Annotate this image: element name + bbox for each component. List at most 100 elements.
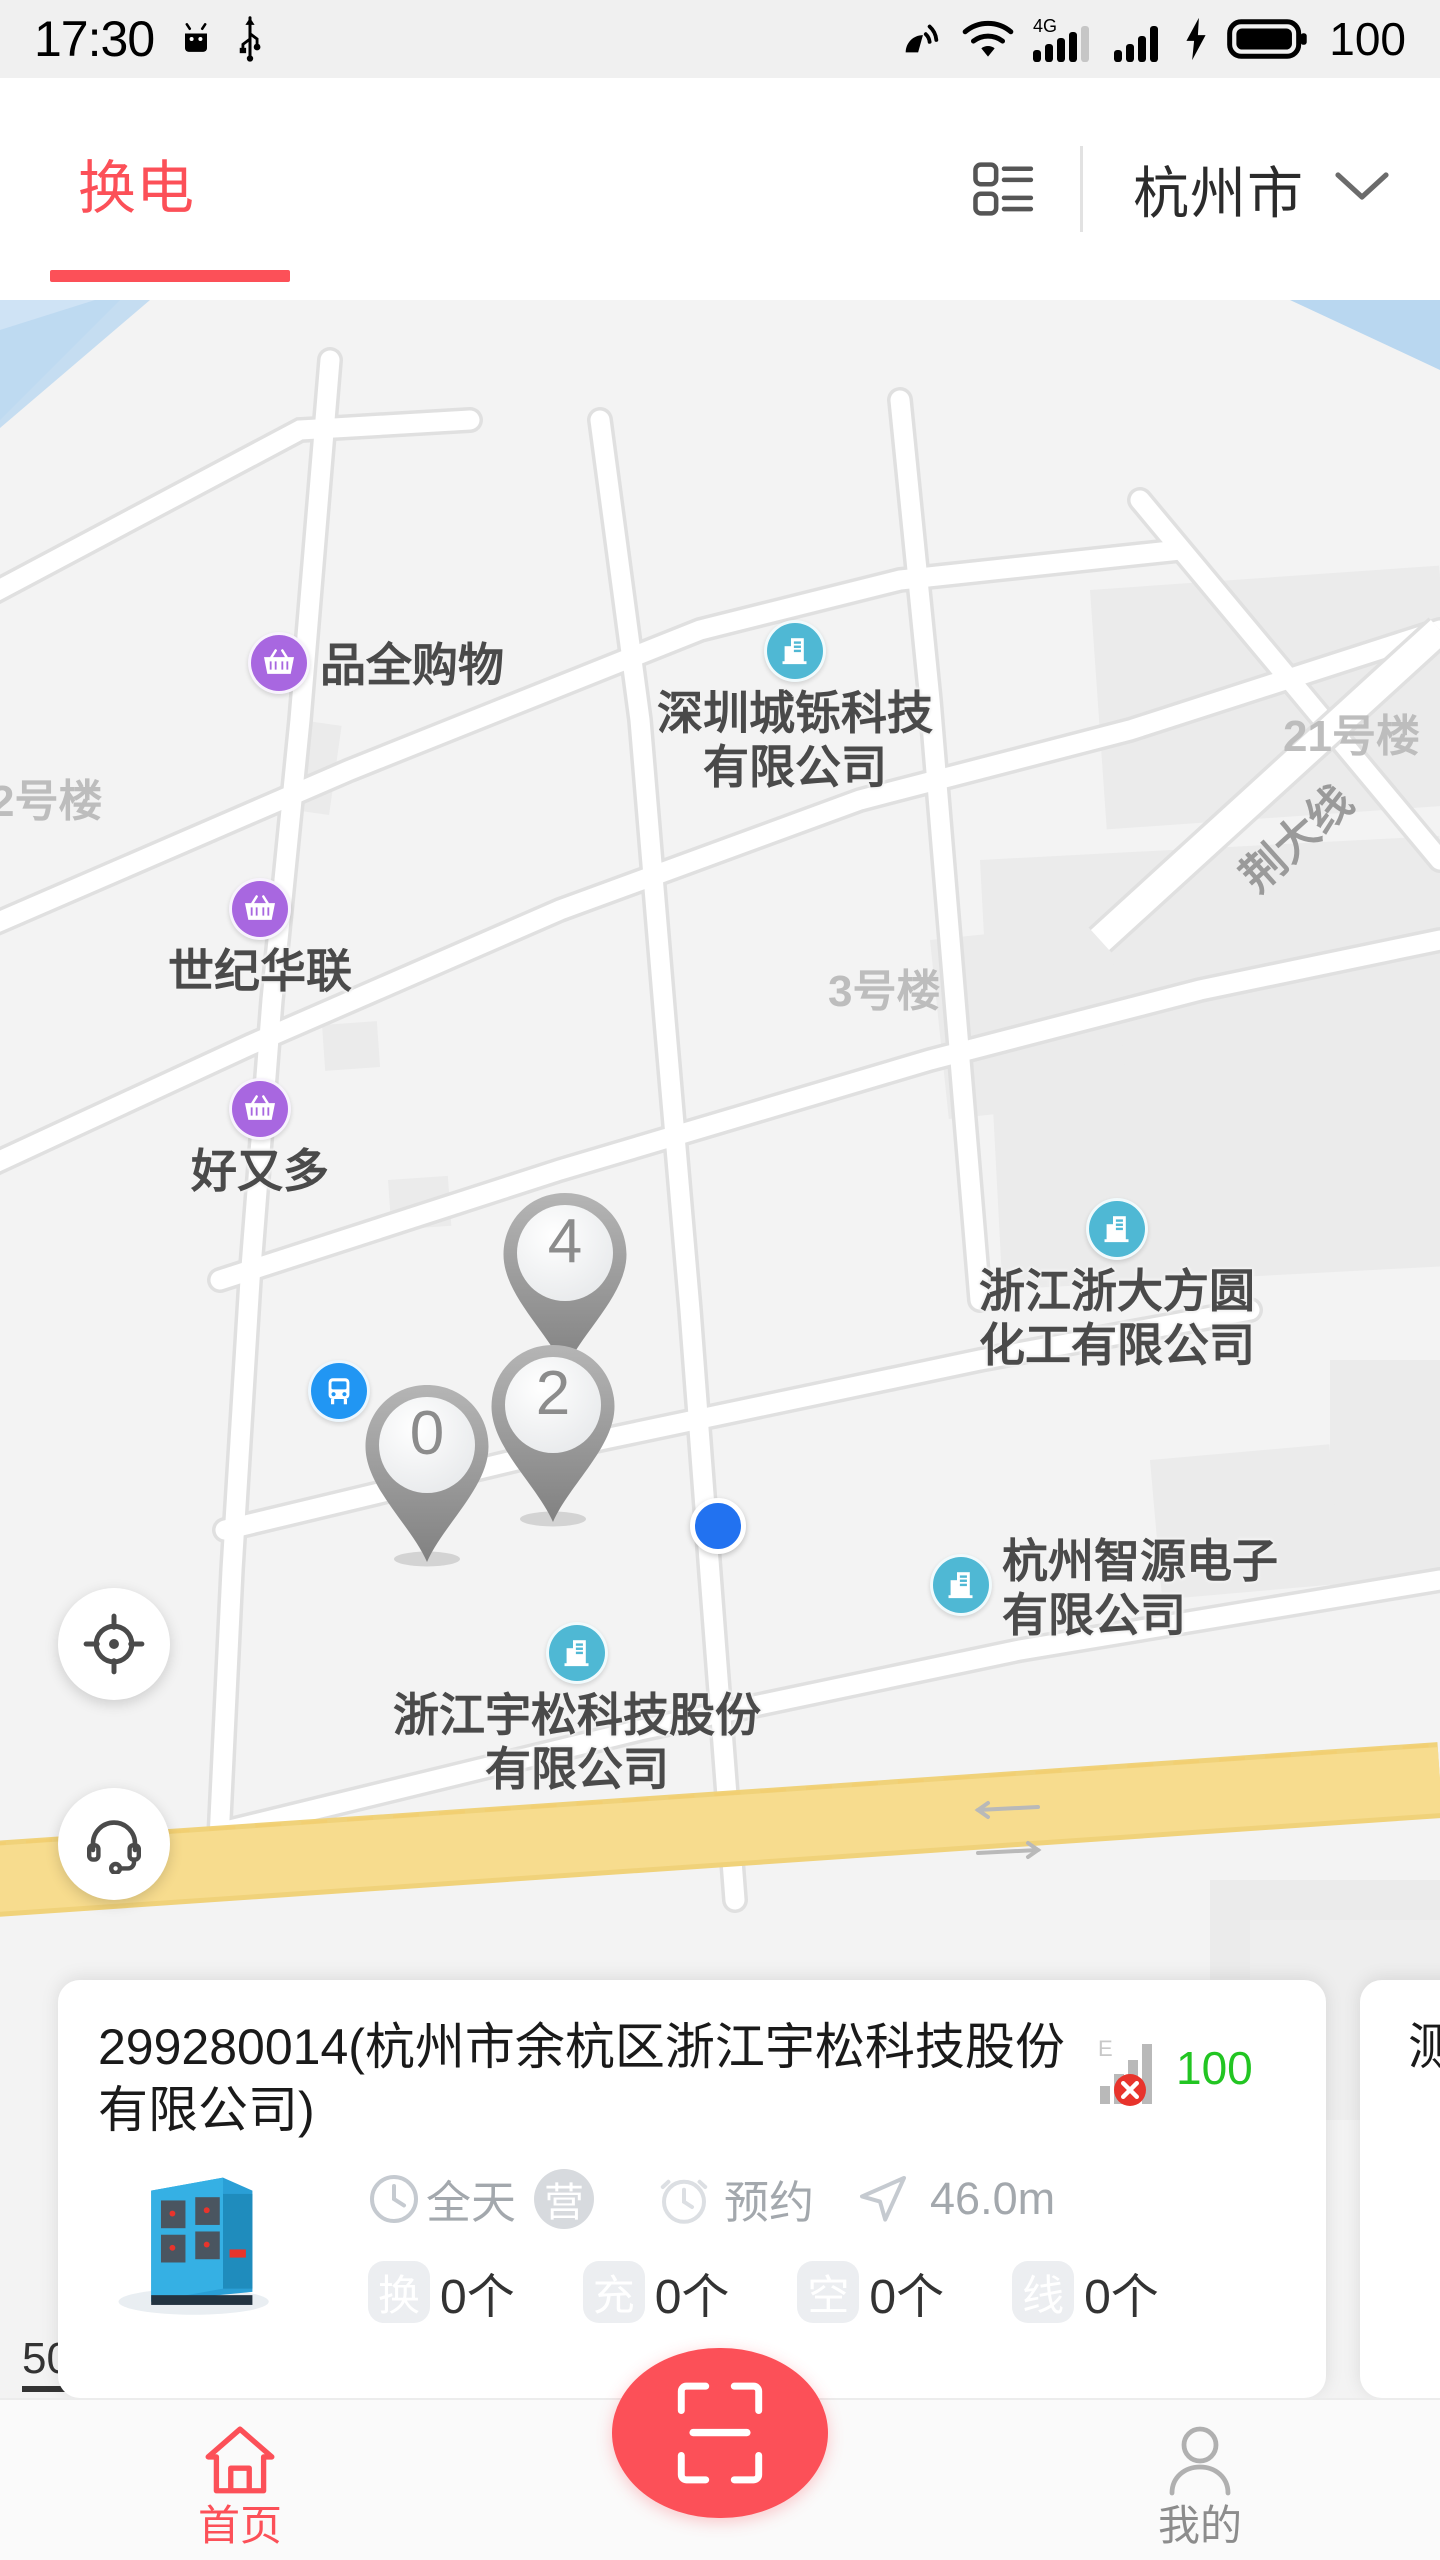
- nav-home-label: 首页: [198, 2505, 282, 2547]
- station-card-header: 299280014(杭州市余杭区浙江宇松科技股份有限公司) E 100: [98, 2016, 1286, 2142]
- map-poi[interactable]: 品全购物: [248, 632, 504, 694]
- nav-home[interactable]: 首页: [0, 2400, 480, 2560]
- station-meta-row: 全天 营 预约 46.0m: [368, 2166, 1286, 2231]
- map-poi[interactable]: 好又多: [168, 1078, 352, 1198]
- count-swap-chip: 换: [368, 2261, 430, 2323]
- signal-4g-icon: 4G: [1031, 14, 1095, 64]
- city-selector[interactable]: 杭州市: [1133, 149, 1392, 230]
- scan-qr-icon: [673, 2378, 767, 2488]
- station-pin-count: 4: [548, 1206, 582, 1277]
- map-poi[interactable]: 世纪华联: [145, 878, 375, 998]
- shopping-basket-icon: [248, 632, 310, 694]
- crosshair-icon: [83, 1613, 145, 1675]
- status-badge: 营: [534, 2169, 594, 2229]
- station-reserve-label: 预约: [724, 2166, 814, 2231]
- count-charge-value: 0个: [655, 2257, 730, 2327]
- tab-battery-swap[interactable]: 换电: [78, 78, 194, 300]
- count-swap: 换 0个: [368, 2257, 515, 2327]
- svg-text:E: E: [1098, 2036, 1113, 2061]
- bottom-navigation: 首页 我的: [0, 2398, 1440, 2560]
- building-icon: [764, 620, 826, 682]
- count-line: 线 0个: [1012, 2257, 1159, 2327]
- signal-icon: [1111, 14, 1165, 64]
- building-icon: [930, 1554, 992, 1616]
- station-card[interactable]: 299280014(杭州市余杭区浙江宇松科技股份有限公司) E 100: [58, 1980, 1326, 2398]
- building-icon: [546, 1622, 608, 1684]
- app-header: 换电 杭州市: [0, 78, 1440, 300]
- battery-cabinet-image: [102, 2158, 282, 2318]
- tab-active-underline: [50, 270, 290, 282]
- map-poi-label: 品全购物: [320, 638, 504, 692]
- station-pin-count: 0: [410, 1398, 444, 1469]
- station-hours: 全天: [368, 2166, 516, 2231]
- customer-service-button[interactable]: [58, 1788, 170, 1900]
- header-actions: 杭州市: [970, 146, 1440, 232]
- station-card-next[interactable]: 测: [1360, 1980, 1440, 2398]
- svg-text:4G: 4G: [1033, 16, 1057, 36]
- map-poi-label: 深圳城铄科技 有限公司: [657, 686, 933, 795]
- locate-me-button[interactable]: [58, 1588, 170, 1700]
- station-distance-label: 46.0m: [930, 2173, 1055, 2225]
- person-icon: [1164, 2423, 1236, 2499]
- map-poi-label: 世纪华联: [168, 944, 352, 998]
- count-empty-chip: 空: [797, 2261, 859, 2323]
- home-icon: [201, 2423, 279, 2499]
- station-counts-row: 换 0个 充 0个 空 0个 线 0个: [368, 2257, 1286, 2327]
- map-poi[interactable]: 杭州智源电子 有限公司: [930, 1530, 1278, 1643]
- map-poi[interactable]: 浙江浙大方圆 化工有限公司: [962, 1198, 1272, 1373]
- map-poi-label: 浙江浙大方圆 化工有限公司: [979, 1264, 1255, 1373]
- count-line-chip: 线: [1012, 2261, 1074, 2323]
- station-pin[interactable]: 0: [352, 1382, 502, 1568]
- station-distance: 46.0m: [854, 2170, 1055, 2228]
- scan-qr-button[interactable]: [612, 2348, 828, 2518]
- map-poi[interactable]: 深圳城铄科技 有限公司: [640, 620, 950, 795]
- count-charge-chip: 充: [583, 2261, 645, 2323]
- count-empty-value: 0个: [869, 2257, 944, 2327]
- count-line-value: 0个: [1084, 2257, 1159, 2327]
- count-charge: 充 0个: [583, 2257, 730, 2327]
- count-swap-value: 0个: [440, 2257, 515, 2327]
- nav-mine-label: 我的: [1158, 2505, 1242, 2547]
- nav-scan-slot: [480, 2400, 960, 2560]
- signal-bars-error-icon: E: [1098, 2030, 1172, 2106]
- shopping-basket-icon: [229, 1078, 291, 1140]
- list-view-icon[interactable]: [970, 159, 1038, 219]
- station-card-next-title: 测: [1408, 2019, 1440, 2075]
- status-bar-right-icons: 4G 100: [897, 12, 1406, 66]
- station-reserve: 预约: [656, 2166, 814, 2231]
- tab-battery-swap-label: 换电: [78, 160, 194, 218]
- status-bar-time: 17:30: [34, 10, 154, 68]
- user-location-dot: [690, 1498, 746, 1554]
- building-icon: [1086, 1198, 1148, 1260]
- chevron-down-icon: [1332, 169, 1392, 210]
- map-poi-label: 浙江宇松科技股份 有限公司: [393, 1688, 761, 1797]
- map-building-label: 3号楼: [828, 955, 940, 1019]
- map-poi-label: 好又多: [191, 1144, 329, 1198]
- map-poi[interactable]: 浙江宇松科技股份 有限公司: [362, 1622, 792, 1797]
- alarm-clock-icon: [656, 2171, 712, 2227]
- location-icon: [897, 16, 945, 62]
- navigation-arrow-icon: [854, 2170, 912, 2228]
- station-card-title: 299280014(杭州市余杭区浙江宇松科技股份有限公司): [98, 2016, 1098, 2142]
- map-building-label: 21号楼: [1283, 700, 1420, 764]
- battery-percent: 100: [1329, 12, 1406, 66]
- clock-icon: [368, 2173, 420, 2225]
- count-empty: 空 0个: [797, 2257, 944, 2327]
- battery-icon: [1227, 16, 1309, 62]
- charging-bolt-icon: [1181, 16, 1211, 62]
- city-selector-label: 杭州市: [1133, 149, 1304, 230]
- usb-icon: [232, 16, 268, 62]
- nav-mine[interactable]: 我的: [960, 2400, 1440, 2560]
- android-debug-icon: [174, 17, 218, 61]
- station-signal-value: 100: [1176, 2041, 1253, 2095]
- header-divider: [1080, 146, 1083, 232]
- status-bar-left-icons: [174, 16, 268, 62]
- app-screen: 17:30: [0, 0, 1440, 2560]
- wifi-icon: [961, 16, 1015, 62]
- station-hours-label: 全天: [426, 2166, 516, 2231]
- shopping-basket-icon: [229, 878, 291, 940]
- map-building-label: 2号楼: [0, 765, 102, 829]
- map-poi-label: 杭州智源电子 有限公司: [1002, 1534, 1278, 1643]
- station-signal: E 100: [1098, 2030, 1253, 2106]
- station-card-carousel[interactable]: 299280014(杭州市余杭区浙江宇松科技股份有限公司) E 100: [0, 1980, 1440, 2398]
